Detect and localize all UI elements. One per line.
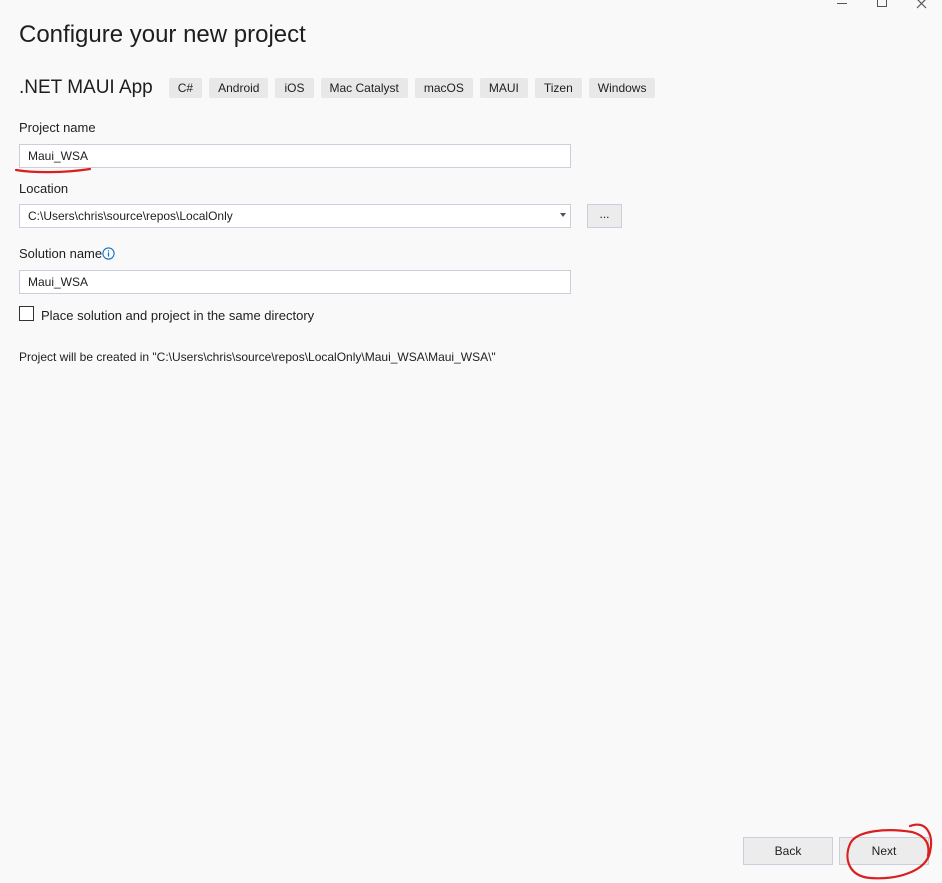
same-directory-label: Place solution and project in the same d…: [41, 308, 315, 323]
chevron-down-icon: [560, 213, 566, 217]
minimize-icon[interactable]: [822, 0, 862, 14]
tag-mac-catalyst: Mac Catalyst: [320, 78, 408, 98]
tag-android: Android: [209, 78, 269, 98]
template-row: .NET MAUI App C# Android iOS Mac Catalys…: [19, 77, 662, 99]
back-button[interactable]: Back: [743, 837, 833, 865]
location-value: C:\Users\chris\source\repos\LocalOnly: [28, 209, 233, 223]
same-directory-checkbox[interactable]: [19, 306, 34, 321]
tag-maui: MAUI: [479, 78, 528, 98]
tag-ios: iOS: [275, 78, 314, 98]
info-icon[interactable]: [102, 247, 115, 260]
browse-button[interactable]: ...: [587, 204, 622, 228]
close-icon[interactable]: [902, 0, 942, 14]
solution-name-label: Solution name: [19, 246, 103, 261]
maximize-icon[interactable]: [862, 0, 902, 14]
page-title: Configure your new project: [19, 21, 306, 48]
tag-macos: macOS: [414, 78, 473, 98]
tag-csharp: C#: [168, 78, 203, 98]
solution-name-input[interactable]: [19, 270, 571, 294]
location-dropdown[interactable]: C:\Users\chris\source\repos\LocalOnly: [19, 204, 571, 228]
window-controls: [822, 0, 942, 14]
project-name-label: Project name: [19, 120, 96, 135]
location-label: Location: [19, 181, 69, 196]
tag-tizen: Tizen: [534, 78, 582, 98]
tag-windows: Windows: [588, 78, 656, 98]
next-button[interactable]: Next: [839, 837, 929, 865]
template-name: .NET MAUI App: [19, 77, 153, 98]
project-name-input[interactable]: [19, 144, 571, 168]
project-path-note: Project will be created in "C:\Users\chr…: [19, 350, 496, 364]
